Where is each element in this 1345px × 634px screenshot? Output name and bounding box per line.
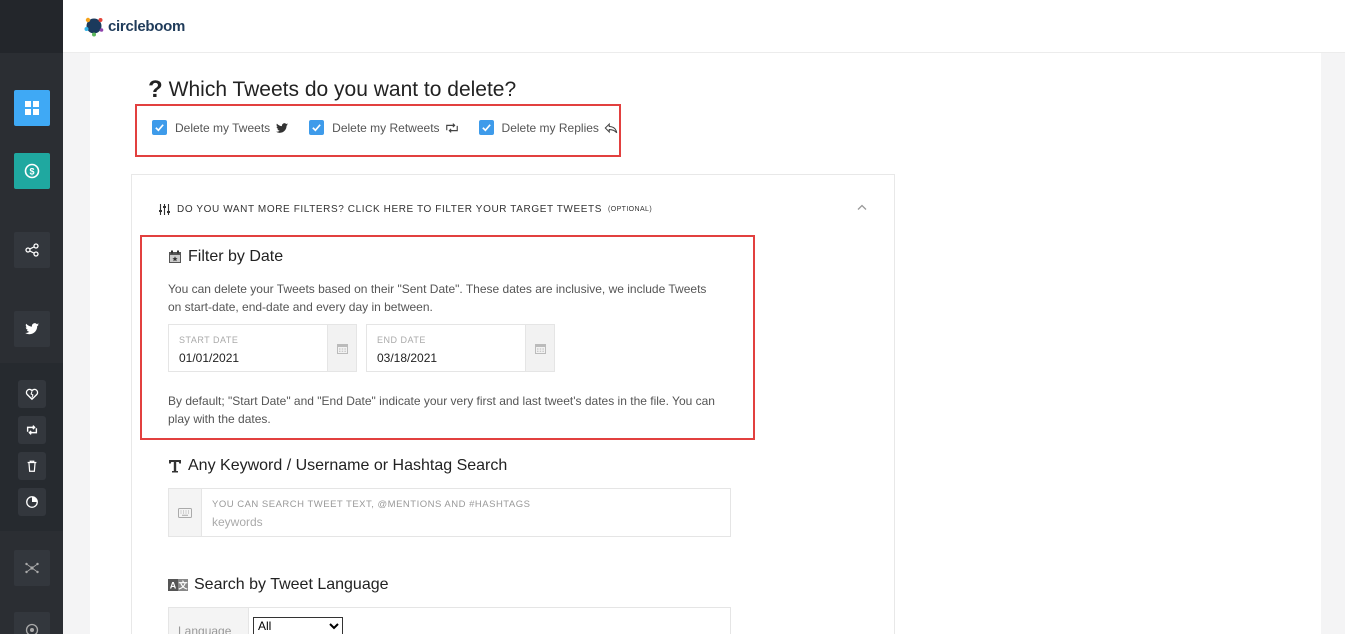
- svg-text:文: 文: [177, 580, 188, 592]
- question-mark-icon: ?: [148, 76, 163, 103]
- calendar-icon: [534, 343, 546, 354]
- sidebar-top: [0, 0, 63, 53]
- delete-replies-checkbox[interactable]: Delete my Replies: [478, 120, 618, 135]
- start-date-input[interactable]: 01/01/2021: [179, 351, 239, 365]
- sidebar-item-dashboard[interactable]: [14, 90, 50, 126]
- delete-tweets-checkbox[interactable]: Delete my Tweets: [152, 120, 289, 135]
- calendar-icon: [168, 250, 182, 264]
- circle-icon: [25, 623, 39, 634]
- network-icon: [25, 562, 39, 574]
- start-date-calendar-button[interactable]: [327, 325, 356, 371]
- retweet-icon: [445, 122, 459, 134]
- chevron-up-icon[interactable]: [856, 203, 868, 211]
- twitter-icon: [275, 122, 289, 134]
- end-date-input[interactable]: 03/18/2021: [377, 351, 437, 365]
- language-field: Language All: [168, 607, 731, 634]
- checkbox-checked[interactable]: [309, 120, 325, 135]
- date-filter-title-text: Filter by Date: [188, 248, 284, 265]
- sidebar-item-analytics[interactable]: [18, 488, 46, 516]
- svg-text:$: $: [29, 167, 34, 177]
- sidebar-item-share[interactable]: [14, 232, 50, 268]
- keyword-search-input[interactable]: keywords: [212, 515, 263, 529]
- page-title: ? Which Tweets do you want to delete?: [148, 76, 516, 104]
- delete-tweets-label: Delete my Tweets: [175, 120, 271, 135]
- sidebar: $: [0, 0, 63, 634]
- filters-header-text: DO YOU WANT MORE FILTERS? CLICK HERE TO …: [177, 204, 602, 215]
- date-filter-description: You can delete your Tweets based on thei…: [168, 282, 707, 314]
- sidebar-item-delete[interactable]: [18, 452, 46, 480]
- circleboom-logo-mark: [84, 17, 104, 37]
- brand-name: circleboom: [108, 17, 186, 35]
- checkbox-checked[interactable]: [152, 120, 167, 135]
- sidebar-item-retweets[interactable]: [18, 416, 46, 444]
- delete-replies-label: Delete my Replies: [501, 120, 599, 135]
- top-header: circleboom: [63, 0, 1345, 53]
- share-icon: [25, 243, 39, 257]
- pie-icon: [26, 496, 38, 508]
- dashboard-icon: [25, 101, 39, 115]
- keyword-filter-title: Any Keyword / Username or Hashtag Search: [168, 457, 507, 475]
- reply-icon: [604, 122, 618, 134]
- check-icon: [481, 124, 491, 132]
- keyword-search-field[interactable]: YOU CAN SEARCH TWEET TEXT, @MENTIONS AND…: [168, 488, 731, 537]
- main-content: ? Which Tweets do you want to delete? De…: [90, 53, 1321, 634]
- page-title-text: Which Tweets do you want to delete?: [168, 78, 517, 101]
- language-icon: A文: [168, 578, 188, 592]
- date-filter-title: Filter by Date: [168, 248, 283, 266]
- start-date-label: START DATE: [179, 335, 239, 345]
- language-label: Language: [169, 608, 249, 634]
- language-select[interactable]: All: [253, 617, 343, 634]
- language-filter-title-text: Search by Tweet Language: [194, 576, 389, 593]
- end-date-calendar-button[interactable]: [525, 325, 554, 371]
- filters-toggle[interactable]: DO YOU WANT MORE FILTERS? CLICK HERE TO …: [158, 203, 652, 216]
- end-date-label: END DATE: [377, 335, 426, 345]
- trash-icon: [27, 460, 37, 472]
- sidebar-item-network[interactable]: [14, 550, 50, 586]
- check-icon: [155, 124, 164, 132]
- checkbox-checked[interactable]: [478, 120, 494, 135]
- calendar-icon: [336, 343, 348, 354]
- tweet-type-checkboxes: Delete my Tweets Delete my Retweets Dele…: [152, 120, 638, 135]
- sidebar-item-unlike[interactable]: [18, 380, 46, 408]
- delete-retweets-checkbox[interactable]: Delete my Retweets: [309, 120, 458, 135]
- twitter-icon: [25, 323, 39, 335]
- dollar-icon: $: [24, 163, 40, 179]
- svg-text:A: A: [170, 581, 177, 591]
- start-date-field[interactable]: START DATE 01/01/2021: [168, 324, 357, 372]
- sliders-icon: [159, 204, 170, 215]
- circleboom-logo[interactable]: circleboom: [83, 15, 185, 37]
- keyword-search-label: YOU CAN SEARCH TWEET TEXT, @MENTIONS AND…: [212, 499, 531, 510]
- date-filter-note: By default; "Start Date" and "End Date" …: [168, 394, 715, 426]
- check-icon: [312, 124, 321, 132]
- keyboard-icon: [169, 489, 202, 536]
- sidebar-item-more[interactable]: [14, 612, 50, 634]
- delete-retweets-label: Delete my Retweets: [332, 120, 440, 135]
- heart-broken-icon: [25, 388, 39, 401]
- text-icon: [168, 459, 182, 473]
- retweet-icon: [26, 425, 38, 435]
- filters-optional-tag: (OPTIONAL): [608, 206, 653, 213]
- sidebar-item-twitter[interactable]: [14, 311, 50, 347]
- sidebar-item-pricing[interactable]: $: [14, 153, 50, 189]
- end-date-field[interactable]: END DATE 03/18/2021: [366, 324, 555, 372]
- keyword-filter-title-text: Any Keyword / Username or Hashtag Search: [188, 457, 508, 474]
- language-filter-title: A文 Search by Tweet Language: [168, 576, 389, 594]
